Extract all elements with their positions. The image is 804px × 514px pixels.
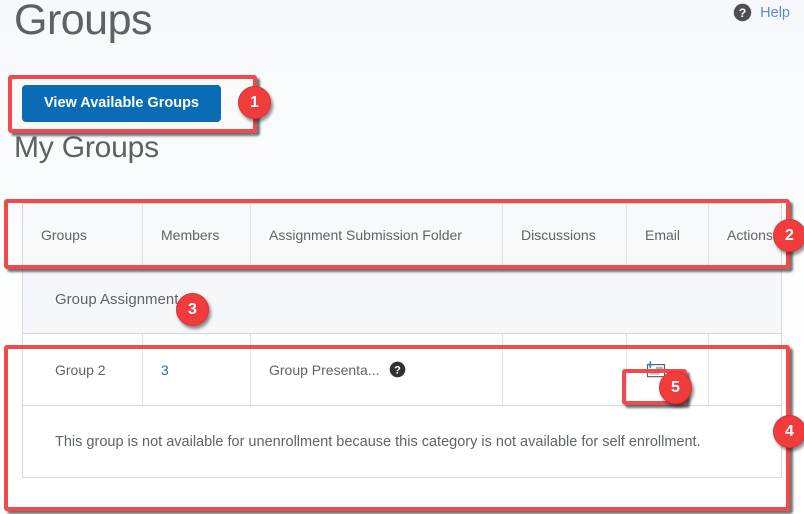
cell-discussions xyxy=(503,334,627,405)
question-circle-icon[interactable]: ? xyxy=(389,361,406,378)
annotation-badge-1: 1 xyxy=(238,86,271,119)
column-header-members[interactable]: Members xyxy=(143,204,251,265)
help-link[interactable]: ? Help xyxy=(733,3,790,22)
group-category-label: Group Assignment xyxy=(55,291,179,308)
annotation-badge-5: 5 xyxy=(659,371,692,404)
cell-members: 3 xyxy=(143,334,251,405)
column-header-groups[interactable]: Groups xyxy=(23,204,143,265)
page-title: Groups xyxy=(14,0,153,44)
action-bar: View Available Groups xyxy=(0,73,804,133)
column-header-actions[interactable]: Actions xyxy=(709,204,781,265)
annotation-badge-3: 3 xyxy=(176,293,209,326)
view-available-groups-button[interactable]: View Available Groups xyxy=(22,85,221,122)
folder-name-label: Group Presenta... xyxy=(269,361,380,378)
page-header: Groups ? Help xyxy=(0,0,804,62)
cell-folder: Group Presenta... ? xyxy=(251,334,503,405)
notice-text: This group is not available for unenroll… xyxy=(55,433,701,450)
notice-row: This group is not available for unenroll… xyxy=(23,406,781,478)
table-header-row: Groups Members Assignment Submission Fol… xyxy=(23,204,781,266)
column-header-folder[interactable]: Assignment Submission Folder xyxy=(251,204,503,265)
svg-text:?: ? xyxy=(394,364,401,376)
help-label: Help xyxy=(760,4,790,21)
cell-group-name: Group 2 xyxy=(23,334,143,405)
group-category-row: Group Assignment xyxy=(23,266,781,334)
annotation-badge-4: 4 xyxy=(773,415,804,448)
cell-actions xyxy=(709,334,781,405)
svg-text:?: ? xyxy=(739,6,747,20)
column-header-email[interactable]: Email xyxy=(627,204,709,265)
members-count-link[interactable]: 3 xyxy=(161,362,169,378)
column-header-discussions[interactable]: Discussions xyxy=(503,204,627,265)
my-groups-heading: My Groups xyxy=(14,131,159,164)
annotation-badge-2: 2 xyxy=(773,219,804,252)
question-circle-icon: ? xyxy=(733,3,752,22)
groups-table: Groups Members Assignment Submission Fol… xyxy=(22,203,782,478)
